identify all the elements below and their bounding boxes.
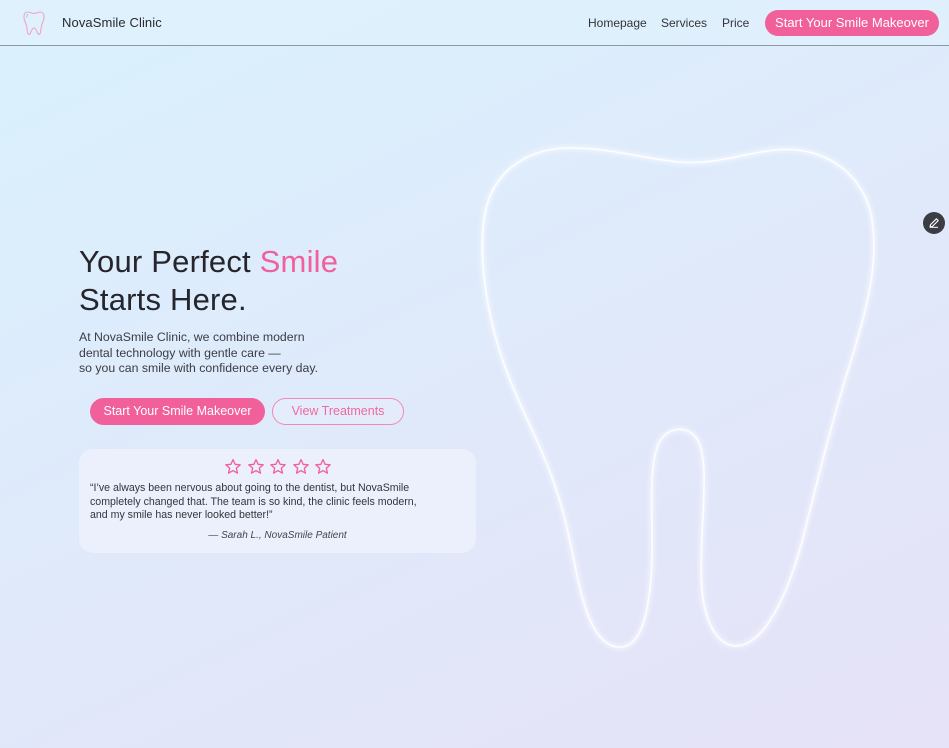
star-icon [315, 458, 331, 474]
hero-title-accent: Smile [259, 244, 339, 279]
top-navbar: NovaSmile Clinic Homepage Services Price… [0, 0, 949, 46]
view-treatments-button[interactable]: View Treatments [272, 398, 404, 425]
hero-title-prefix: Your Perfect [79, 244, 260, 279]
testimonial-quote-line: “I’ve always been nervous about going to… [90, 482, 410, 494]
testimonial-quote: “I’ve always been nervous about going to… [90, 482, 470, 523]
brand-name[interactable]: NovaSmile Clinic [62, 15, 162, 30]
header-cta-button[interactable]: Start Your Smile Makeover [765, 10, 939, 36]
star-icon [225, 458, 241, 474]
star-icon [247, 458, 264, 474]
tooth-outline-icon [479, 145, 877, 650]
star-icon [270, 458, 286, 474]
star-rating [224, 458, 332, 476]
start-smile-makeover-button[interactable]: Start Your Smile Makeover [90, 398, 265, 425]
nav-link-services[interactable]: Services [661, 16, 707, 30]
hero-title-line1: Your Perfect Smile [79, 244, 338, 279]
edit-button[interactable] [923, 212, 945, 234]
hero-title-line2: Starts Here. [79, 282, 247, 317]
nav-link-homepage[interactable]: Homepage [588, 16, 647, 30]
hero-description-line: dental technology with gentle care — [79, 345, 281, 360]
star-icon [292, 458, 309, 474]
hero-title: Your Perfect Smile Starts Here. [79, 243, 338, 319]
testimonial-quote-line: and my smile has never looked better!” [90, 509, 273, 521]
pencil-icon [929, 218, 939, 228]
hero-description-line: so you can smile with confidence every d… [79, 361, 318, 375]
testimonial-author: — Sarah L., NovaSmile Patient [208, 530, 347, 541]
testimonial-quote-line: completely changed that. The team is so … [90, 495, 417, 508]
hero-description: At NovaSmile Clinic, we combine modern d… [79, 330, 379, 377]
hero-description-line: At NovaSmile Clinic, we combine modern [79, 330, 305, 344]
nav-link-price[interactable]: Price [722, 16, 749, 30]
testimonial-card: “I’ve always been nervous about going to… [79, 449, 476, 553]
tooth-icon[interactable] [22, 10, 46, 36]
